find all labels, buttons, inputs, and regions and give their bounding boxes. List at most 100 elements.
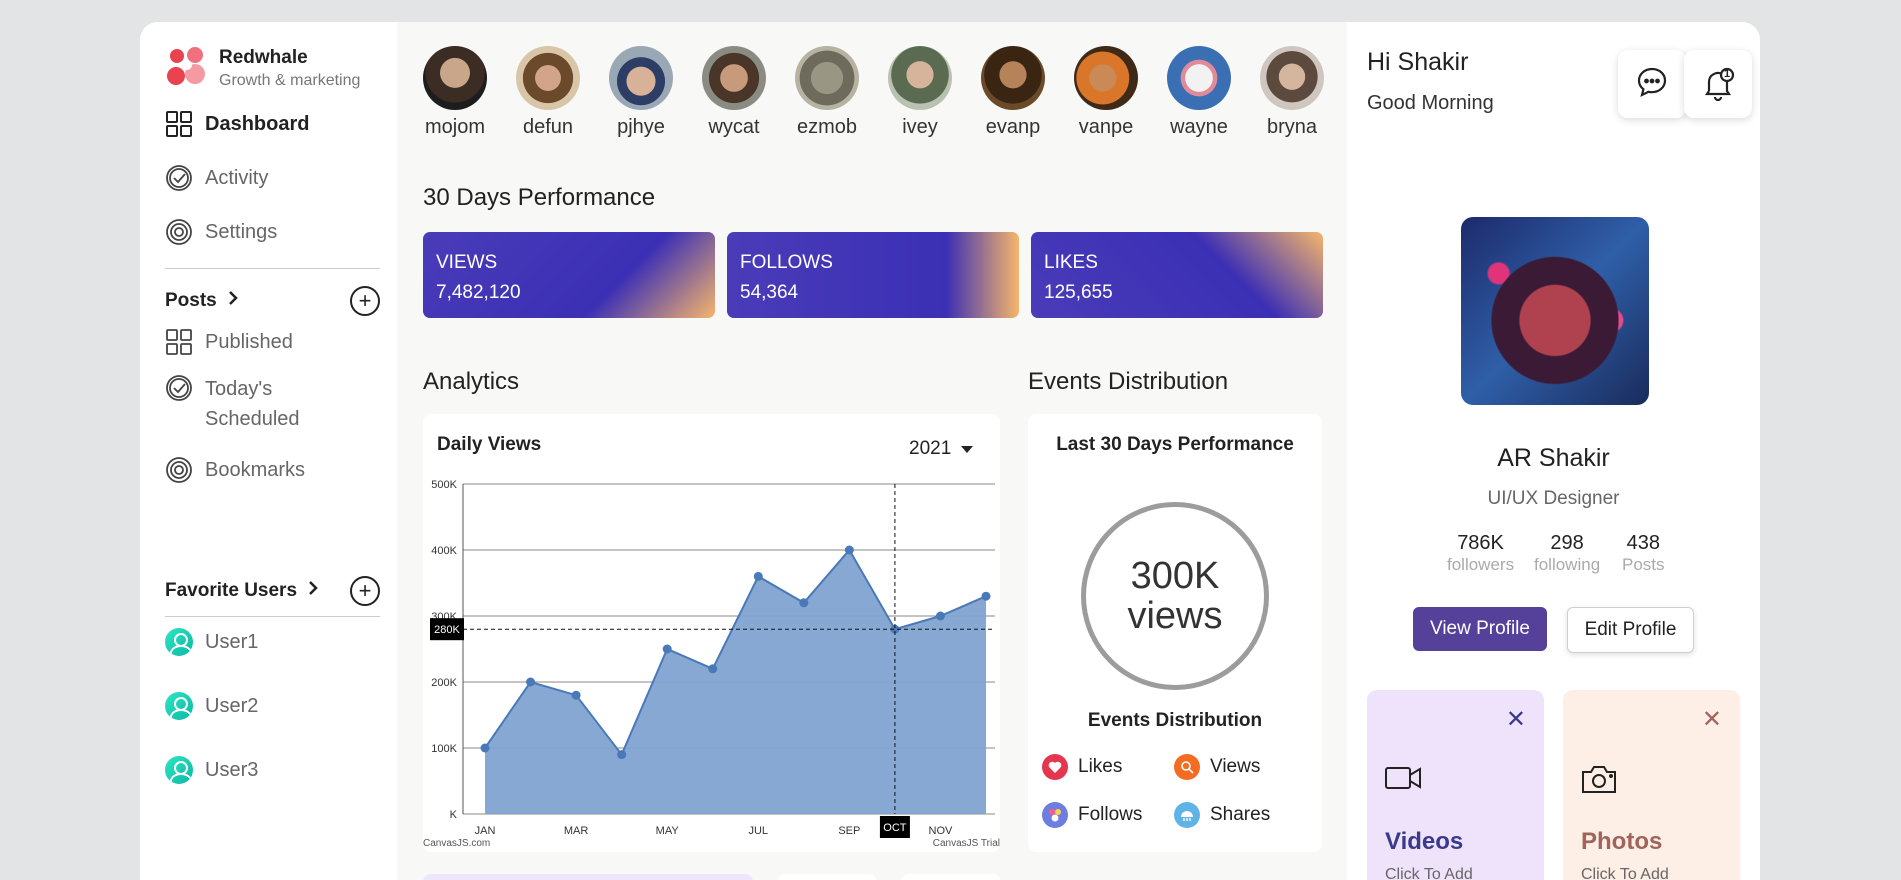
- chart-credit: CanvasJS.com: [423, 838, 490, 849]
- favorite-user-label: User3: [205, 758, 259, 781]
- nav-scheduled[interactable]: Today's Scheduled: [165, 374, 300, 434]
- legend-shares-label: Shares: [1210, 804, 1271, 825]
- sidebar-divider: [165, 616, 380, 617]
- chart-credit: CanvasJS Trial: [933, 838, 1000, 849]
- chevron-right-icon: [307, 580, 319, 602]
- check-circle-icon: [165, 374, 193, 402]
- favorites-title: Favorite Users: [165, 580, 298, 601]
- favorites-toggle[interactable]: Favorite Users: [165, 580, 319, 602]
- story-name: wayne: [1170, 116, 1228, 138]
- y-tick-label: K: [450, 809, 458, 821]
- data-point: [571, 690, 581, 700]
- y-tick-label: 100K: [431, 743, 457, 755]
- messages-button[interactable]: [1618, 50, 1686, 118]
- x-tick-label: NOV: [929, 825, 954, 837]
- events-title: Events Distribution: [1028, 368, 1229, 395]
- heart-icon: [1042, 754, 1068, 780]
- views-stat-label: VIEWS: [436, 252, 498, 273]
- edit-profile-button[interactable]: Edit Profile: [1567, 607, 1694, 653]
- x-tick-label: JUL: [748, 825, 768, 837]
- story-name: ezmob: [796, 116, 858, 138]
- user-avatar-icon: [165, 692, 193, 720]
- bottom-card: [777, 874, 877, 880]
- views-icon: [1174, 754, 1200, 780]
- data-point: [799, 598, 809, 608]
- story-item[interactable]: ezmob: [795, 46, 859, 139]
- favorite-user-item[interactable]: User1: [165, 628, 258, 656]
- story-item[interactable]: wayne: [1167, 46, 1231, 139]
- legend-views: Views: [1174, 754, 1260, 780]
- likes-stat-card[interactable]: LIKES 125,655: [1031, 232, 1323, 318]
- posts-toggle[interactable]: Posts: [165, 290, 239, 312]
- story-name: bryna: [1266, 116, 1318, 138]
- events-subtitle: Events Distribution: [1087, 710, 1263, 731]
- story-avatar: [516, 46, 580, 110]
- story-name: mojom: [424, 116, 485, 138]
- followers-value: 786K: [1457, 532, 1504, 554]
- posts-title: Posts: [165, 290, 217, 311]
- story-item[interactable]: bryna: [1260, 46, 1324, 139]
- user-avatar-icon: [165, 756, 193, 784]
- photos-card[interactable]: ✕ Photos Click To Add: [1563, 690, 1740, 880]
- nav-published-label: Published: [205, 330, 293, 353]
- view-profile-button[interactable]: View Profile: [1413, 607, 1547, 651]
- nav-bookmarks-label: Bookmarks: [205, 458, 306, 481]
- chat-bubble-icon: [1635, 65, 1669, 104]
- story-avatar: [1167, 46, 1231, 110]
- videos-card[interactable]: ✕ Videos Click To Add: [1367, 690, 1544, 880]
- follows-stat-card[interactable]: FOLLOWS 54,364: [727, 232, 1019, 318]
- brand[interactable]: Redwhale Growth & marketing: [165, 46, 360, 92]
- nav-bookmarks[interactable]: Bookmarks: [165, 456, 305, 484]
- data-point: [617, 750, 627, 760]
- notifications-button[interactable]: 1: [1684, 50, 1752, 118]
- app-window: Redwhale Growth & marketing Dashboard Ac…: [140, 22, 1760, 880]
- likes-stat-value: 125,655: [1044, 282, 1113, 303]
- followers-stat: 786K followers: [1447, 532, 1514, 575]
- favorite-user-item[interactable]: User2: [165, 692, 258, 720]
- video-camera-icon: [1385, 766, 1421, 795]
- story-name: vanpe: [1078, 116, 1134, 138]
- favorites-section-header: Favorite Users +: [165, 576, 380, 606]
- notification-count: 1: [1723, 68, 1731, 80]
- user-avatar-icon: [165, 628, 193, 656]
- story-item[interactable]: mojom: [423, 46, 487, 139]
- data-point: [981, 591, 991, 601]
- sidebar: Redwhale Growth & marketing Dashboard Ac…: [140, 22, 397, 880]
- nav-activity[interactable]: Activity: [165, 164, 268, 192]
- data-point: [708, 664, 718, 674]
- data-point: [480, 743, 490, 753]
- favorite-user-item[interactable]: User3: [165, 756, 258, 784]
- add-favorite-button[interactable]: +: [350, 576, 380, 606]
- close-icon[interactable]: ✕: [1506, 708, 1526, 732]
- posts-section-header: Posts +: [165, 286, 380, 316]
- add-post-button[interactable]: +: [350, 286, 380, 316]
- bottom-card: [423, 874, 753, 880]
- bottom-card: [901, 874, 1001, 880]
- story-item[interactable]: pjhye: [609, 46, 673, 139]
- nav-published[interactable]: Published: [165, 328, 293, 356]
- story-item[interactable]: evanp: [981, 46, 1045, 139]
- greeting: Hi Shakir: [1367, 48, 1469, 76]
- story-item[interactable]: wycat: [702, 46, 766, 139]
- brand-tagline: Growth & marketing: [219, 72, 361, 89]
- story-item[interactable]: ivey: [888, 46, 952, 139]
- story-item[interactable]: defun: [516, 46, 580, 139]
- scheduled-line-1: Today's: [205, 378, 273, 400]
- videos-sub: Click To Add: [1385, 866, 1473, 880]
- close-icon[interactable]: ✕: [1702, 708, 1722, 732]
- follows-icon: [1042, 802, 1068, 828]
- legend-likes-label: Likes: [1078, 756, 1123, 777]
- donut-unit: views: [1127, 595, 1223, 637]
- data-point: [526, 677, 536, 687]
- follows-stat-value: 54,364: [740, 282, 799, 303]
- daily-views-chart[interactable]: K100K200K300K400K500KJAN MAR MAY JUL SEP NOV2…: [423, 414, 1000, 852]
- nav-settings[interactable]: Settings: [165, 218, 277, 246]
- nav-dashboard[interactable]: Dashboard: [165, 110, 309, 138]
- views-stat-card[interactable]: VIEWS 7,482,120: [423, 232, 715, 318]
- story-item[interactable]: vanpe: [1074, 46, 1138, 139]
- main-content: mojom defun pjhye wycat ezmob ivey evanp: [397, 22, 1347, 880]
- views-donut: 300K views: [1081, 502, 1269, 690]
- gear-icon: [165, 218, 193, 246]
- nav-settings-label: Settings: [205, 220, 278, 243]
- profile-photo[interactable]: [1461, 217, 1649, 405]
